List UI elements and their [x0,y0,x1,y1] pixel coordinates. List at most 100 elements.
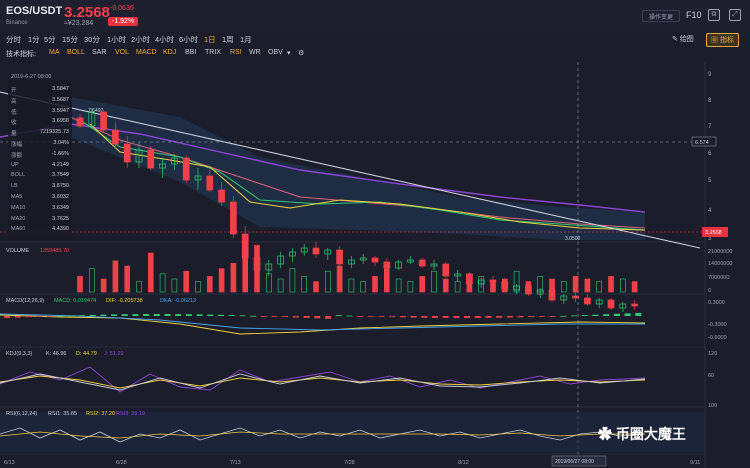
macd-bar [218,314,224,316]
candle-body [607,299,615,309]
watermark: ✿ 币圈大魔王 [598,424,686,444]
price-change: -0.0636 [110,5,134,12]
candle-body [147,149,155,169]
volume-bar [549,278,555,293]
info-key: 涨幅 [11,142,23,148]
kdj-tick: 120 [708,351,717,357]
volume-bar [230,263,237,293]
ohlc-info-box: 2019-6-27 08:00 开 3.5847 高 3.5687 低 3.5947 收 3.… [8,74,72,240]
change-percent-badge: -1.92% [108,17,139,26]
chart-canvas[interactable]: VOLUME 1359485.70 MACD(12,26,9) MACD: 0.… [0,62,750,468]
indicator-button[interactable]: ▦ 指标 [706,33,739,47]
info-key: 量 [11,131,17,138]
tf-item[interactable]: 4小时 [155,34,174,45]
tf-item[interactable]: 1周 [222,34,234,45]
macd-bar [89,314,96,316]
settings-gear-icon[interactable]: ⚙ [298,49,304,57]
candle-body [418,259,426,267]
low-price-label: 3.0500 [565,236,581,242]
volume-bar [207,276,213,293]
tf-item[interactable]: 30分 [84,34,100,45]
macd-bar [496,316,503,318]
tf-item[interactable]: 分时 [6,34,21,45]
macd-bar [592,314,599,316]
info-key: BOLL [11,172,26,179]
info-key: 收 [11,120,17,127]
macd-bar [378,316,385,317]
fullscreen-icon[interactable]: ⤢ [729,9,741,21]
dropdown-arrow-icon[interactable]: ▾ [287,49,291,57]
volume-bar [608,276,614,293]
macd-bar [260,316,267,317]
indicator-bbi[interactable]: BBI [185,49,196,56]
macd-bar [57,315,64,317]
kdj-label: KDJ(9,3,3) [6,351,32,357]
indicator-vol[interactable]: VOL [115,49,129,56]
volume-bar [148,252,154,293]
indicator-trix[interactable]: TRIX [205,49,221,56]
kdj-tick: 100 [708,403,717,409]
candle-body [383,261,391,269]
switch-button[interactable]: 操作变更 [642,10,681,22]
volume-bar [596,281,603,293]
volume-value: 1359485.70 [40,248,69,254]
crosshair-date-text: 2019/06/27 08:00 [555,459,594,465]
tf-item[interactable]: 6小时 [179,34,198,45]
volume-bar [313,281,319,293]
f10-button[interactable]: F10 [686,10,702,20]
volume-bar [501,278,508,293]
macd-bar [549,316,556,317]
price-tick: 8 [708,98,712,104]
volume-bar [372,276,378,293]
pair-title: EOS/USDT [6,5,63,17]
tf-item[interactable]: 1月 [240,34,252,45]
volume-bar [619,278,626,293]
macd-bar [164,314,171,316]
info-date: 2019-6-27 08:00 [11,74,52,80]
volume-bar [442,278,449,293]
volume-bar [466,273,473,293]
macd-bar [175,314,182,316]
indicator-obv[interactable]: OBV [268,49,283,56]
volume-bar [431,270,437,293]
indicator-boll[interactable]: BOLL [67,49,85,56]
indicator-sar[interactable]: SAR [92,49,106,56]
indicator-kdj[interactable]: KDJ [163,49,176,56]
boll-band-fill [70,97,645,240]
info-key: 低 [11,109,17,116]
macd-bar [121,314,128,316]
wechat-icon: ✿ [598,426,616,442]
macd-bar [367,316,374,317]
macd-bar [207,314,214,316]
tf-item[interactable]: 1分 [28,34,40,45]
candle-body [112,129,119,145]
volume-bar [407,281,414,293]
volume-bar [454,281,461,293]
indicator-icon: ▦ [711,37,720,44]
date-tick: 6/13 [4,460,15,466]
macd-bar [357,316,364,317]
watermark-text: 币圈大魔王 [615,426,686,442]
macd-bar [303,316,310,318]
tf-item[interactable]: 2小时 [131,34,150,45]
tf-item-active[interactable]: 1日 [204,34,216,45]
macd-bar [100,314,107,316]
current-price-text: 3.2568 [705,230,722,236]
indicator-ma[interactable]: MA [49,49,60,56]
indicator-wr[interactable]: WR [249,49,261,56]
macd-bar [410,316,417,318]
draw-button[interactable]: ✎ 绘图 [668,33,698,45]
volume-tick: 7000000 [708,275,729,281]
tf-item[interactable]: 15分 [62,34,78,45]
volume-tick: 0 [708,288,711,294]
volume-bar [242,255,248,293]
tf-item[interactable]: 5分 [44,34,56,45]
volume-bar [136,281,142,293]
indicator-macd[interactable]: MACD [136,49,157,56]
tf-item[interactable]: 1小时 [107,34,126,45]
indicator-rsi[interactable]: RSI [230,49,242,56]
info-value: 4.4390 [52,226,69,233]
screenshot-icon[interactable]: ⧉ [708,9,720,21]
macd-bar [560,315,567,317]
candle-body [336,249,343,265]
